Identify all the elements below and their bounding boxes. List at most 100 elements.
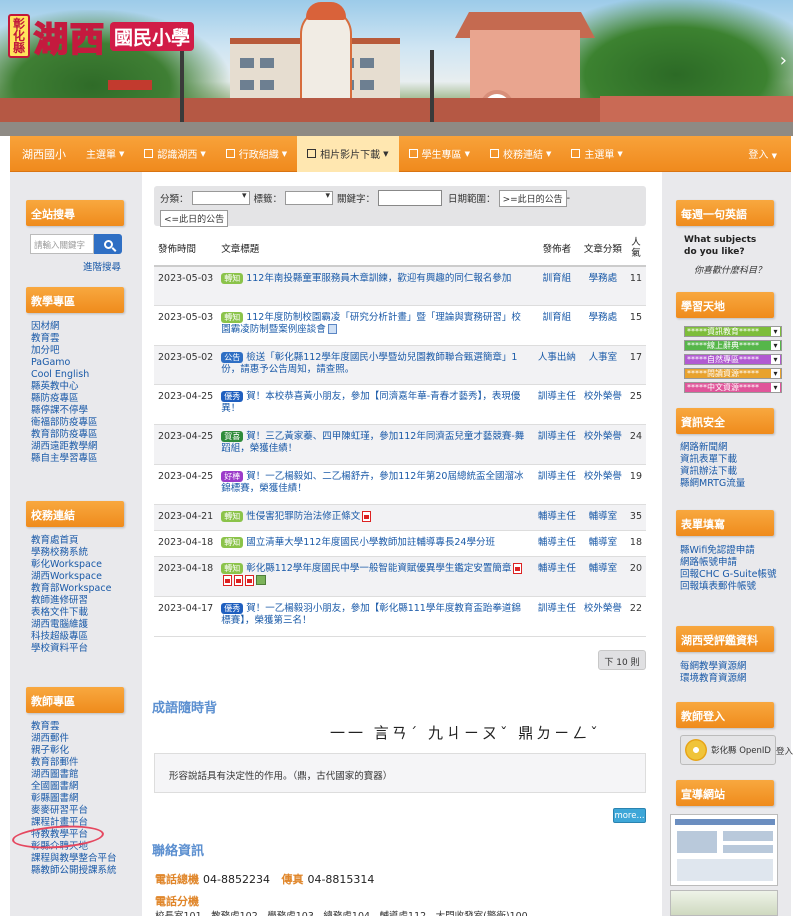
teacher-link-5[interactable]: 全國圖書網 (31, 781, 117, 793)
col-date[interactable]: 發佈時間 (154, 230, 218, 267)
row-publisher[interactable]: 訓導主任 (533, 596, 580, 637)
row-title-link[interactable]: 優秀 賀！一乙楊毅羽小朋友，參加【彰化縣111學年度教育盃跆拳道錦標賽】，榮獲第三… (217, 596, 534, 637)
row-title-link[interactable]: 轉知 彰化縣112學年度國民中學一般智能資賦優異學生鑑定安置簡章 (217, 556, 534, 597)
nav-item-main-menu-2[interactable]: 主選單 ▼ (561, 136, 632, 172)
row-title-link[interactable]: 轉知 112年度防制校園霸凌「研究分析計畫」暨「理論與實務研習」校園霸凌防制暨案例… (217, 305, 534, 346)
pdf-icon[interactable] (513, 562, 523, 574)
row-title-link[interactable]: 公告 檢送「彰化縣112學年度國民小學暨幼兒園教師聯合甄選簡章」1份，請惠予公告周… (217, 345, 534, 385)
row-publisher[interactable]: 輔導主任 (533, 504, 580, 531)
row-category[interactable]: 輔導室 (579, 556, 626, 597)
row-publisher[interactable]: 訓導主任 (533, 424, 580, 465)
forms-link-3[interactable]: 回報填表郵件帳號 (680, 581, 770, 593)
keyword-input[interactable] (378, 190, 443, 206)
teacher-link-11[interactable]: 課程與教學整合平台 (31, 853, 117, 865)
row-category[interactable]: 校外榮譽 (579, 596, 626, 637)
teaching-link-10[interactable]: 湖西遠距教學網 (31, 441, 98, 453)
openid-login-button[interactable]: 彰化縣 OpenID (680, 735, 776, 765)
date-before-button[interactable]: <=此日的公告 (160, 209, 229, 227)
teaching-link-9[interactable]: 教育部防疫專區 (31, 429, 98, 441)
search-input[interactable]: 請輸入關鍵字 (30, 234, 94, 254)
banner-next-arrow-icon[interactable]: › (780, 50, 787, 71)
row-category[interactable]: 學務處 (579, 305, 626, 346)
learning-select-it[interactable]: *****資訊教育***** (684, 326, 782, 337)
admin-link-6[interactable]: 表格文件下載 (31, 607, 111, 619)
learning-select-chinese[interactable]: *****中文資源***** (684, 382, 782, 393)
promo-site-thumbnail-2[interactable] (670, 890, 778, 916)
teacher-link-7[interactable]: 麥麥研習平台 (31, 805, 117, 817)
evaluation-link-0[interactable]: 每網教學資源網 (680, 661, 747, 673)
forms-link-1[interactable]: 網路帳號申請 (680, 557, 770, 569)
admin-link-3[interactable]: 湖西Workspace (31, 571, 111, 583)
nav-item-main-menu[interactable]: 主選單 ▼ (76, 136, 134, 172)
nav-item-student-zone[interactable]: 學生專區 ▼ (399, 136, 480, 172)
pdf-icon[interactable] (362, 510, 372, 522)
row-publisher[interactable]: 訓導主任 (533, 464, 580, 505)
row-title-link[interactable]: 優秀 賀！本校恭喜黃小朋友，參加【同濟嘉年華-青春才藝秀】，表現優異！ (217, 384, 534, 425)
nav-item-media-download[interactable]: 相片影片下載 ▼ (297, 135, 399, 172)
teacher-link-12[interactable]: 縣教師公開授課系統 (31, 865, 117, 877)
col-views[interactable]: 人氣 (625, 230, 646, 267)
teaching-link-2[interactable]: 加分吧 (31, 345, 98, 357)
admin-link-8[interactable]: 科技超級專區 (31, 631, 111, 643)
row-publisher[interactable]: 訓導主任 (533, 384, 580, 425)
more-button[interactable]: more... (613, 808, 646, 823)
admin-link-9[interactable]: 學校資料平台 (31, 643, 111, 655)
teaching-link-6[interactable]: 縣防疫專區 (31, 393, 98, 405)
row-category[interactable]: 校外榮譽 (579, 384, 626, 425)
row-title-link[interactable]: 賀喜 賀！三乙黃家蓁、四甲陳虹瑾，參加112年同濟盃兒童才藝競賽-舞蹈組，榮獲佳績… (217, 424, 534, 465)
admin-link-2[interactable]: 彰化Workspace (31, 559, 111, 571)
row-publisher[interactable]: 輔導主任 (533, 556, 580, 597)
security-link-0[interactable]: 網路新聞網 (680, 442, 745, 454)
forms-link-2[interactable]: 回報CHC G-Suite帳號 (680, 569, 776, 581)
row-publisher[interactable]: 訓育組 (533, 305, 580, 346)
row-category[interactable]: 輔導室 (579, 530, 626, 557)
teacher-link-4[interactable]: 湖西圖書館 (31, 769, 117, 781)
advanced-search-link[interactable]: 進階搜尋 (83, 259, 121, 273)
learning-select-dictionary[interactable]: *****線上辭典***** (684, 340, 782, 351)
teaching-link-1[interactable]: 教育雲 (31, 333, 98, 345)
learning-select-science[interactable]: *****自然專區***** (684, 354, 782, 365)
teaching-link-11[interactable]: 縣自主學習專區 (31, 453, 98, 465)
row-title-link[interactable]: 轉知 112年南投縣童軍服務員木章訓練，歡迎有興趣的同仁報名參加 (217, 266, 534, 306)
teaching-link-7[interactable]: 縣停課不停學 (31, 405, 98, 417)
admin-link-5[interactable]: 教師進修研習 (31, 595, 111, 607)
forms-link-0[interactable]: 縣Wifi免認證申請 (680, 545, 770, 557)
row-category[interactable]: 校外榮譽 (579, 464, 626, 505)
admin-link-7[interactable]: 湖西電腦維護 (31, 619, 111, 631)
col-publisher[interactable]: 發佈者 (533, 230, 580, 267)
row-publisher[interactable]: 人事出納 (533, 345, 580, 385)
pdf-icon[interactable] (245, 574, 255, 586)
search-button[interactable] (94, 234, 122, 254)
teaching-link-5[interactable]: 縣英教中心 (31, 381, 98, 393)
security-link-2[interactable]: 資訊辦法下載 (680, 466, 745, 478)
category-select[interactable] (191, 191, 250, 205)
teacher-link-0[interactable]: 教育雲 (31, 721, 117, 733)
row-title-link[interactable]: 好棒 賀！一乙楊毅如、二乙楊舒卉，參加112年第20屆總統盃全國溜冰錦標賽，榮獲佳… (217, 464, 534, 505)
teacher-link-1[interactable]: 湖西郵件 (31, 733, 117, 745)
promo-site-thumbnail[interactable] (670, 814, 778, 886)
teaching-link-8[interactable]: 衛福部防疫專區 (31, 417, 98, 429)
date-after-button[interactable]: >=此日的公告 (498, 189, 567, 207)
nav-item-about[interactable]: 認識湖西 ▼ (134, 136, 215, 172)
openid-login-label[interactable]: 登入 (776, 745, 793, 757)
teacher-link-3[interactable]: 教育部郵件 (31, 757, 117, 769)
row-title-link[interactable]: 轉知 國立清華大學112年度國民小學教師加註輔導專長24學分班 (217, 530, 534, 557)
admin-link-0[interactable]: 教育處首頁 (31, 535, 111, 547)
learning-select-reading[interactable]: *****閱讀資源***** (684, 368, 782, 379)
col-category[interactable]: 文章分類 (579, 230, 626, 267)
teaching-link-3[interactable]: PaGamo (31, 357, 98, 369)
admin-link-4[interactable]: 教育部Workspace (31, 583, 111, 595)
row-category[interactable]: 學務處 (579, 266, 626, 306)
image-file-icon[interactable] (256, 575, 267, 585)
teacher-link-2[interactable]: 親子彰化 (31, 745, 117, 757)
row-publisher[interactable]: 訓育組 (533, 266, 580, 306)
nav-item-admin-org[interactable]: 行政組織 ▼ (216, 136, 297, 172)
nav-login[interactable]: 登入 ▼ (748, 146, 791, 161)
row-category[interactable]: 校外榮譽 (579, 424, 626, 465)
teaching-link-0[interactable]: 因材網 (31, 321, 98, 333)
tag-select[interactable] (285, 191, 334, 205)
row-category[interactable]: 輔導室 (579, 504, 626, 531)
pdf-icon[interactable] (234, 574, 244, 586)
admin-link-1[interactable]: 學務校務系統 (31, 547, 111, 559)
row-publisher[interactable]: 輔導主任 (533, 530, 580, 557)
